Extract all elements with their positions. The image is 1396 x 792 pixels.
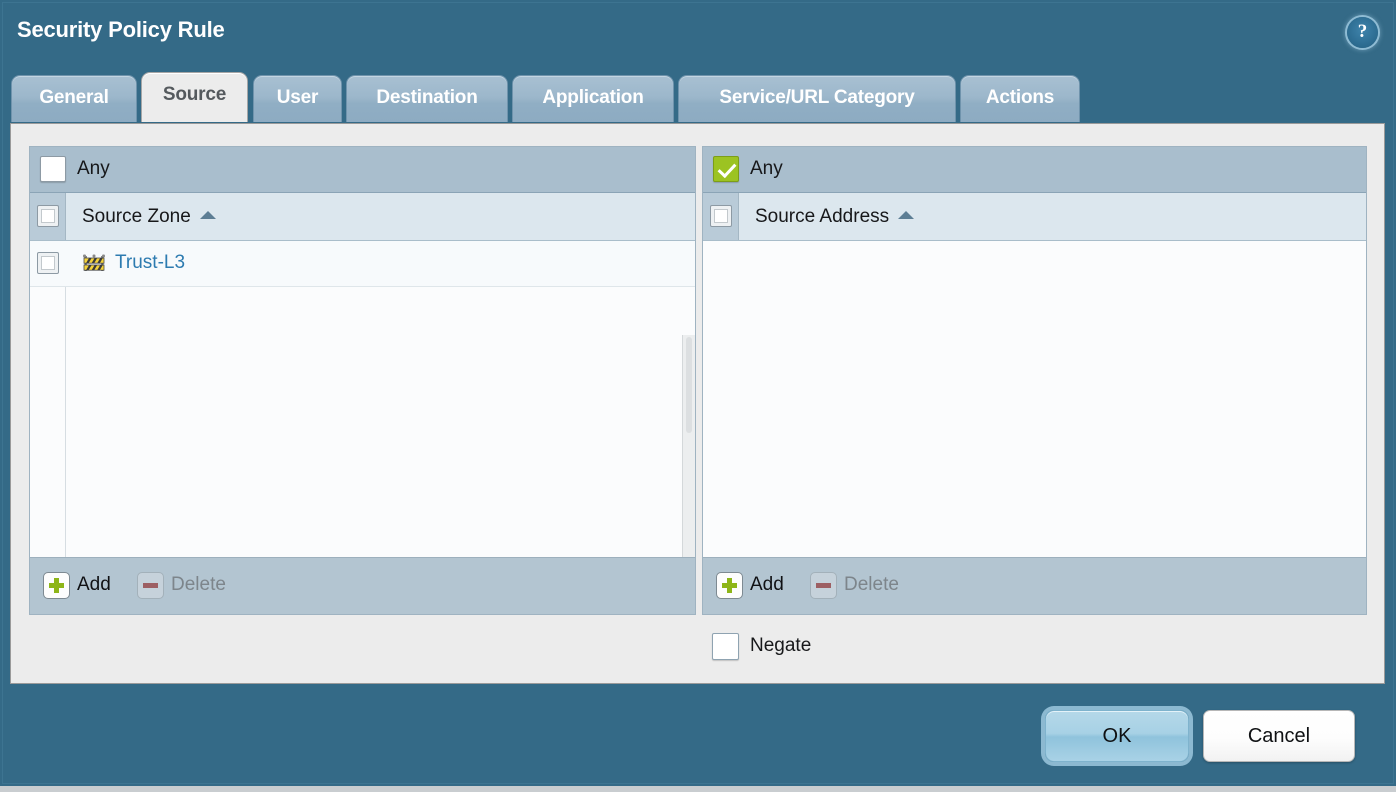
- source-address-column-title: Source Address: [755, 206, 914, 228]
- tab-source[interactable]: Source: [141, 72, 248, 122]
- source-zone-column-header[interactable]: Source Zone: [30, 193, 695, 241]
- tab-user-label: User: [254, 87, 341, 109]
- source-zone-delete-label: Delete: [171, 574, 226, 596]
- source-address-column-header[interactable]: Source Address: [703, 193, 1366, 241]
- sort-ascending-icon[interactable]: [898, 211, 914, 219]
- tab-general[interactable]: General: [11, 75, 137, 122]
- source-zone-add-label: Add: [77, 574, 111, 596]
- tab-service-url-category-label: Service/URL Category: [679, 87, 955, 109]
- tab-source-label: Source: [142, 84, 247, 106]
- source-address-delete-label: Delete: [844, 574, 899, 596]
- minus-icon: [137, 572, 164, 599]
- source-address-select-all-checkbox[interactable]: [710, 205, 732, 227]
- tab-actions-label: Actions: [961, 87, 1079, 109]
- source-zone-column-title-text: Source Zone: [82, 206, 191, 227]
- sort-ascending-icon[interactable]: [200, 211, 216, 219]
- source-zone-any-checkbox-wrap: [40, 156, 66, 182]
- window-bottom-strip: [0, 786, 1396, 792]
- tab-destination-label: Destination: [347, 87, 507, 109]
- tab-general-label: General: [12, 87, 136, 109]
- plus-icon: [43, 572, 70, 599]
- source-zone-any-checkbox[interactable]: [40, 156, 66, 182]
- negate-label: Negate: [750, 635, 811, 657]
- tab-application[interactable]: Application: [512, 75, 674, 122]
- source-zone-scrollbar-thumb[interactable]: [686, 337, 692, 433]
- table-row[interactable]: Trust-L3: [30, 241, 695, 287]
- source-address-panel: Any Source Address Add Delete: [702, 146, 1367, 615]
- minus-icon: [810, 572, 837, 599]
- source-address-any-label: Any: [750, 158, 783, 180]
- source-zone-any-row[interactable]: Any: [30, 147, 695, 193]
- plus-icon: [716, 572, 743, 599]
- source-address-any-checkbox-wrap: [713, 156, 739, 182]
- tab-application-label: Application: [513, 87, 673, 109]
- dialog-titlebar: Security Policy Rule ?: [0, 0, 1396, 74]
- source-zone-any-label: Any: [77, 158, 110, 180]
- tab-actions[interactable]: Actions: [960, 75, 1080, 122]
- source-address-header-checkbox-column: [703, 193, 739, 240]
- help-question-icon[interactable]: ?: [1347, 17, 1378, 48]
- source-address-column-title-text: Source Address: [755, 206, 889, 227]
- help-icon-glyph: ?: [1347, 17, 1378, 48]
- source-zone-panel: Any Source Zone: [29, 146, 696, 615]
- dialog-title: Security Policy Rule: [17, 17, 225, 43]
- source-address-any-row[interactable]: Any: [703, 147, 1366, 193]
- negate-checkbox[interactable]: [712, 633, 739, 660]
- tab-user[interactable]: User: [253, 75, 342, 122]
- tab-destination[interactable]: Destination: [346, 75, 508, 122]
- ok-button[interactable]: OK: [1045, 710, 1189, 762]
- source-zone-row-checkbox[interactable]: [37, 252, 59, 274]
- tabstrip: General Source User Destination Applicat…: [0, 75, 1396, 125]
- zone-barrier-icon: [82, 252, 106, 274]
- source-address-any-checkbox[interactable]: [713, 156, 739, 182]
- security-policy-rule-dialog: Security Policy Rule ? General Source Us…: [0, 0, 1396, 786]
- source-address-add-label: Add: [750, 574, 784, 596]
- source-zone-row-label: Trust-L3: [115, 252, 185, 274]
- tab-service-url-category[interactable]: Service/URL Category: [678, 75, 956, 122]
- cancel-button[interactable]: Cancel: [1203, 710, 1355, 762]
- source-zone-header-checkbox-column: [30, 193, 66, 240]
- source-zone-column-title: Source Zone: [82, 206, 216, 228]
- tab-content-source: Any Source Zone: [10, 123, 1385, 684]
- source-zone-footer: Add Delete: [30, 557, 695, 614]
- source-address-footer: Add Delete: [703, 557, 1366, 614]
- source-zone-select-all-checkbox[interactable]: [37, 205, 59, 227]
